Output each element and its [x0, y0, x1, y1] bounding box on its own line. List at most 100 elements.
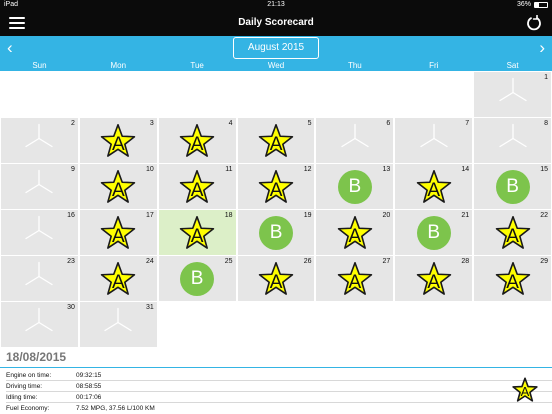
calendar-day-4[interactable]: 4A [158, 118, 236, 163]
grade-star-icon: A [337, 215, 373, 251]
grade-letter: B [416, 215, 451, 250]
day-number: 14 [461, 166, 470, 173]
grade-letter: A [427, 179, 441, 201]
chevron-left-icon[interactable]: ‹ [7, 39, 13, 56]
day-number: 29 [540, 258, 548, 265]
calendar-day-30[interactable]: 30 [1, 302, 78, 347]
grade-letter: B [337, 169, 372, 204]
no-data-icon [496, 75, 530, 114]
calendar-day-27[interactable]: 27 A [316, 256, 394, 301]
calendar-day-22[interactable]: 22 A [474, 210, 551, 255]
calendar-day-24[interactable]: 24 A [79, 256, 157, 301]
no-data-icon [22, 167, 56, 206]
calendar-day-2[interactable]: 2 [1, 118, 78, 163]
grade-letter: A [269, 133, 283, 155]
calendar-day-16[interactable]: 16 [1, 210, 78, 255]
calendar-day-5[interactable]: 5A [237, 118, 315, 163]
day-number: 23 [67, 258, 75, 265]
day-number: 21 [461, 212, 470, 219]
day-number: 10 [145, 166, 154, 173]
calendar-day-18[interactable]: 18 A [158, 210, 236, 255]
stat-value: 7.52 MPG, 37.56 L/100 KM [76, 405, 155, 412]
refresh-icon[interactable] [526, 15, 542, 31]
weekday-sun: Sun [32, 61, 47, 70]
grade-letter: B [180, 261, 215, 296]
calendar-day-17[interactable]: 17 A [79, 210, 157, 255]
status-indicators: 36% [517, 0, 548, 10]
weekday-fri: Fri [429, 61, 439, 70]
calendar-day-29[interactable]: 29 A [474, 256, 551, 301]
day-number: 17 [145, 212, 154, 219]
calendar-day-11[interactable]: 11 A [158, 164, 236, 209]
weekday-wed: Wed [267, 61, 285, 70]
calendar-day-26[interactable]: 26 A [237, 256, 315, 301]
grade-letter: B [259, 215, 294, 250]
grade-circle-icon: B [416, 215, 451, 250]
calendar-day-31[interactable]: 31 [79, 302, 157, 347]
grade-letter: A [348, 271, 362, 293]
no-data-icon [338, 121, 372, 160]
calendar-day-28[interactable]: 28 A [395, 256, 473, 301]
status-bar: iPad 21:13 36% [0, 0, 552, 10]
calendar-day-8[interactable]: 8 [474, 118, 551, 163]
calendar-day-15[interactable]: 15 B [474, 164, 551, 209]
grade-letter: A [506, 271, 519, 293]
grade-circle-icon: B [337, 169, 372, 204]
stat-row: Idling time: 00:17:06 [6, 392, 552, 403]
day-number: 26 [303, 258, 312, 265]
month-selector-button[interactable]: August 2015 [233, 37, 319, 59]
calendar-day-9[interactable]: 9 [1, 164, 78, 209]
calendar-day-20[interactable]: 20 A [316, 210, 394, 255]
grade-star-icon: A [258, 123, 294, 159]
stat-label: Fuel Economy: [6, 405, 50, 412]
grade-letter: B [495, 169, 530, 204]
summary-grade-letter: A [520, 384, 530, 399]
calendar-day-1[interactable]: 1 [474, 72, 551, 117]
grade-letter: A [190, 133, 204, 155]
day-number: 18 [224, 212, 233, 219]
calendar-day-14[interactable]: 14 A [395, 164, 473, 209]
calendar-day-7[interactable]: 7 [395, 118, 473, 163]
calendar-day-21[interactable]: 21 B [395, 210, 473, 255]
day-number: 25 [224, 258, 233, 265]
grade-letter: A [111, 133, 125, 155]
day-number: 16 [67, 212, 75, 219]
day-number: 1 [544, 74, 548, 81]
grade-star-icon: A [337, 261, 373, 297]
day-number: 15 [540, 166, 548, 173]
calendar-day-19[interactable]: 19 B [237, 210, 315, 255]
calendar-day-10[interactable]: 10 A [79, 164, 157, 209]
weekday-thu: Thu [347, 61, 362, 70]
day-number: 4 [228, 120, 233, 127]
day-number: 27 [382, 258, 391, 265]
weekday-mon: Mon [110, 61, 127, 70]
calendar-day-13[interactable]: 13 B [316, 164, 394, 209]
grade-star-icon: A [258, 169, 294, 205]
calendar-day-23[interactable]: 23 [1, 256, 78, 301]
grade-star-icon: A [100, 215, 136, 251]
nav-bar: Daily Scorecard [0, 10, 552, 36]
day-number: 6 [386, 120, 391, 127]
no-data-icon [101, 305, 135, 344]
calendar-day-3[interactable]: 3A [79, 118, 157, 163]
grade-letter: A [348, 225, 362, 247]
grade-star-icon: A [100, 169, 136, 205]
calendar-day-12[interactable]: 12 A [237, 164, 315, 209]
selected-date: 18/08/2015 [6, 350, 67, 364]
no-data-icon [417, 121, 451, 160]
day-number: 19 [303, 212, 312, 219]
grade-letter: A [190, 179, 204, 201]
day-number: 7 [465, 120, 470, 127]
calendar-day-6[interactable]: 6 [316, 118, 394, 163]
weekday-tue: Tue [190, 61, 204, 70]
chevron-right-icon[interactable]: › [539, 39, 545, 56]
stat-row: Driving time: 08:58:55 [6, 381, 552, 392]
grade-star-icon: A [495, 261, 531, 297]
grade-letter: A [506, 225, 519, 247]
grade-circle-icon: B [259, 215, 294, 250]
status-time: 21:13 [267, 1, 285, 8]
grade-letter: A [111, 271, 125, 293]
calendar-day-25[interactable]: 25 B [158, 256, 236, 301]
no-data-icon [22, 259, 56, 298]
grade-star-icon: A [416, 261, 452, 297]
